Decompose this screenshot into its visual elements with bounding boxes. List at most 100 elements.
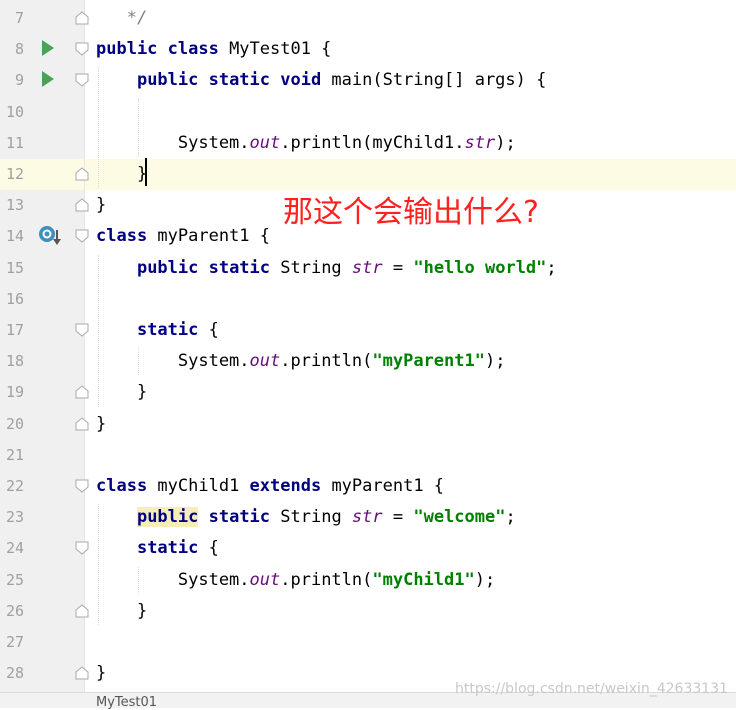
line-number: 11	[5, 133, 24, 152]
code-token: String	[270, 257, 352, 278]
code-line[interactable]: static {	[0, 533, 736, 564]
file-tab-label[interactable]: MyTest01	[96, 695, 157, 710]
code-text: }	[96, 414, 106, 434]
fold-marker-icon[interactable]	[75, 479, 89, 493]
code-token: public static	[136, 257, 271, 278]
run-triangle-icon[interactable]	[40, 70, 56, 88]
code-token: ;	[505, 507, 516, 528]
indent-guide	[138, 98, 140, 157]
fold-marker-icon[interactable]	[75, 604, 89, 618]
override-method-icon[interactable]	[38, 225, 64, 247]
line-number: 19	[5, 383, 24, 402]
indent-guide	[98, 504, 100, 625]
line-number: 13	[5, 196, 24, 215]
code-text: }	[96, 164, 147, 184]
code-line[interactable]: System.out.println(myChild1.str);	[0, 128, 736, 159]
code-token: class	[96, 476, 148, 496]
code-token: public	[136, 507, 199, 528]
code-line[interactable]: public static String str = "hello world"…	[0, 253, 736, 284]
run-triangle-icon[interactable]	[40, 39, 56, 57]
line-number: 23	[5, 508, 24, 527]
code-line[interactable]: public class MyTest01 {	[0, 34, 736, 65]
code-token: "hello world"	[413, 257, 547, 278]
code-text: class myParent1 {	[96, 226, 270, 246]
code-token: public static void	[136, 70, 322, 91]
line-number: 18	[5, 352, 24, 371]
code-line[interactable]: */	[0, 3, 736, 34]
code-line[interactable]: static {	[0, 315, 736, 346]
code-line[interactable]	[0, 627, 736, 658]
code-text: static {	[96, 320, 219, 340]
line-number: 9	[14, 71, 24, 90]
fold-marker-icon[interactable]	[75, 167, 89, 181]
fold-marker-icon[interactable]	[75, 229, 89, 244]
code-token: out	[249, 132, 281, 153]
code-token: class	[96, 226, 148, 247]
code-text: }	[96, 601, 147, 621]
code-text: public static String str = "hello world"…	[96, 258, 557, 278]
code-token: "myParent1"	[372, 351, 485, 372]
line-number: 17	[5, 321, 24, 339]
fold-marker-icon[interactable]	[75, 42, 89, 56]
code-token: }	[96, 663, 107, 684]
fold-marker-icon[interactable]	[75, 73, 89, 88]
code-line[interactable]	[0, 97, 736, 128]
code-line[interactable]: }	[0, 596, 736, 627]
code-token: "myChild1"	[372, 569, 475, 590]
code-token: System.	[96, 132, 250, 153]
fold-marker-icon[interactable]	[75, 323, 89, 337]
fold-marker-icon[interactable]	[75, 666, 89, 680]
code-token: str	[351, 507, 383, 528]
fold-marker-icon[interactable]	[75, 11, 89, 25]
line-number: 8	[14, 40, 24, 59]
code-line[interactable]: System.out.println("myChild1");	[0, 565, 736, 596]
indent-guide	[138, 348, 140, 376]
line-number: 10	[5, 102, 24, 121]
code-token: System.	[96, 569, 250, 590]
fold-marker-icon[interactable]	[75, 385, 89, 399]
code-token: );	[495, 132, 516, 153]
line-number: 7	[14, 9, 24, 27]
code-line[interactable]: class myChild1 extends myParent1 {	[0, 471, 736, 502]
indent-guide	[98, 67, 100, 189]
code-token: myParent1 {	[321, 476, 445, 496]
code-token: .println(	[280, 569, 373, 590]
code-token: =	[382, 257, 414, 278]
line-number: 20	[5, 414, 24, 433]
line-number: 25	[5, 570, 24, 589]
code-token: static	[136, 538, 199, 559]
code-line[interactable]: }	[0, 409, 736, 440]
code-token: }	[96, 164, 148, 184]
code-line[interactable]	[0, 284, 736, 315]
code-line[interactable]: public static void main(String[] args) {	[0, 65, 736, 96]
code-token: MyTest01 {	[218, 39, 332, 60]
fold-marker-icon[interactable]	[75, 416, 89, 431]
code-token: out	[249, 351, 281, 372]
annotation-text: 那这个会输出什么?	[283, 195, 539, 230]
code-token: System.	[96, 351, 250, 372]
watermark-text: https://blog.csdn.net/weixin_42633131	[454, 681, 728, 697]
code-line[interactable]: System.out.println("myParent1");	[0, 346, 736, 377]
code-line[interactable]: public static String str = "welcome";	[0, 502, 736, 533]
fold-marker-icon[interactable]	[75, 541, 89, 556]
code-line[interactable]	[0, 440, 736, 471]
code-line[interactable]: }	[0, 377, 736, 408]
line-number: 27	[5, 633, 24, 651]
code-token: */	[126, 8, 148, 28]
code-editor[interactable]: */ public class MyTest01 { public static …	[0, 0, 736, 692]
code-token: {	[198, 538, 219, 559]
indent-guide	[98, 254, 100, 407]
indent-guide	[138, 566, 140, 594]
code-token: }	[96, 382, 148, 403]
code-token: );	[474, 569, 496, 590]
line-number: 14	[5, 227, 24, 246]
fold-marker-icon[interactable]	[75, 198, 89, 212]
code-token: myChild1	[147, 476, 250, 496]
code-token: static	[136, 320, 199, 340]
code-token: myParent1 {	[147, 226, 271, 247]
code-line[interactable]: }	[0, 159, 736, 190]
